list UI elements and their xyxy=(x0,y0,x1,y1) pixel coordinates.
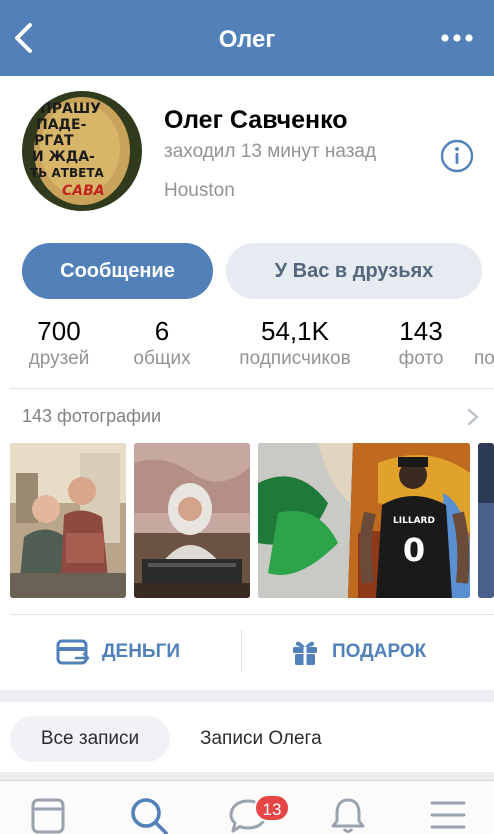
jersey-number: 0 xyxy=(403,531,425,569)
gift-icon xyxy=(293,641,317,665)
page-title: Олег xyxy=(218,26,276,53)
jersey-name: LILLARD xyxy=(393,516,435,526)
avatar-line-3: РГАТ xyxy=(34,133,74,149)
profile-city: Houston xyxy=(164,180,235,201)
counter-mutual[interactable]: 6 общих xyxy=(118,316,206,370)
notifications-icon[interactable] xyxy=(328,795,368,834)
counter-value: 143 xyxy=(399,316,443,346)
counter-followers[interactable]: 54,1K подписчиков xyxy=(222,316,368,370)
avatar-line-5: ТЬ АТВЕТА xyxy=(30,166,105,180)
bottom-tab-bar xyxy=(0,780,494,834)
wallet-icon xyxy=(56,639,90,665)
money-label: ДЕНЬГИ xyxy=(102,641,181,662)
counter-label: друзей xyxy=(28,348,90,369)
avatar-line-4: И ЖДА- xyxy=(32,149,95,165)
message-button[interactable]: Сообщение xyxy=(22,243,213,299)
chevron-right-icon[interactable] xyxy=(466,407,480,427)
counter-label: подписчиков xyxy=(239,348,351,369)
photo-thumbnail[interactable]: LILLARD 0 xyxy=(258,443,470,598)
avatar[interactable]: ПРАШУ ПАДЕ- РГАТ И ЖДА- ТЬ АТВЕТА САВА xyxy=(22,91,142,211)
vertical-divider xyxy=(241,630,242,672)
counter-friends[interactable]: 700 друзей xyxy=(14,316,104,370)
menu-icon[interactable] xyxy=(428,795,468,834)
counter-value xyxy=(474,316,494,346)
photo-thumbnail[interactable] xyxy=(478,443,494,598)
photo-thumbnail[interactable] xyxy=(134,443,250,598)
nav-header: Олег xyxy=(0,0,494,76)
messages-badge: 13 xyxy=(254,794,290,822)
section-separator xyxy=(0,690,494,702)
friends-status-button[interactable]: У Вас в друзьях xyxy=(226,243,482,299)
tab-owner-posts[interactable]: Записи Олега xyxy=(200,716,322,762)
search-icon[interactable] xyxy=(128,795,168,834)
gift-label: ПОДАРОК xyxy=(332,641,427,662)
counter-value: 54,1K xyxy=(261,316,329,346)
gift-button[interactable]: ПОДАРОК xyxy=(290,630,426,674)
tab-all-posts[interactable]: Все записи xyxy=(10,716,170,762)
counter-photos[interactable]: 143 фото xyxy=(384,316,458,370)
counter-cutoff[interactable]: по xyxy=(474,316,494,370)
money-transfer-button[interactable]: ДЕНЬГИ xyxy=(56,630,180,674)
avatar-line-6: САВА xyxy=(62,183,105,199)
section-separator xyxy=(0,772,494,780)
avatar-line-2: ПАДЕ- xyxy=(36,117,87,133)
counter-label: фото xyxy=(398,348,444,369)
photo-thumbnail[interactable] xyxy=(10,443,126,598)
counter-label: по xyxy=(474,348,494,369)
divider xyxy=(10,614,494,615)
news-icon[interactable] xyxy=(28,795,68,834)
counter-label: общих xyxy=(133,348,191,369)
counter-value: 6 xyxy=(154,316,170,346)
info-icon[interactable] xyxy=(440,139,474,173)
more-horizontal-icon[interactable] xyxy=(440,28,474,48)
photos-section-label[interactable]: 143 фотографии xyxy=(22,406,161,427)
divider xyxy=(10,388,494,389)
profile-name: Олег Савченко xyxy=(164,106,348,134)
counter-value: 700 xyxy=(37,316,81,346)
last-seen-status: заходил 13 минут назад xyxy=(164,141,377,162)
avatar-line-1: ПРАШУ xyxy=(40,101,101,117)
